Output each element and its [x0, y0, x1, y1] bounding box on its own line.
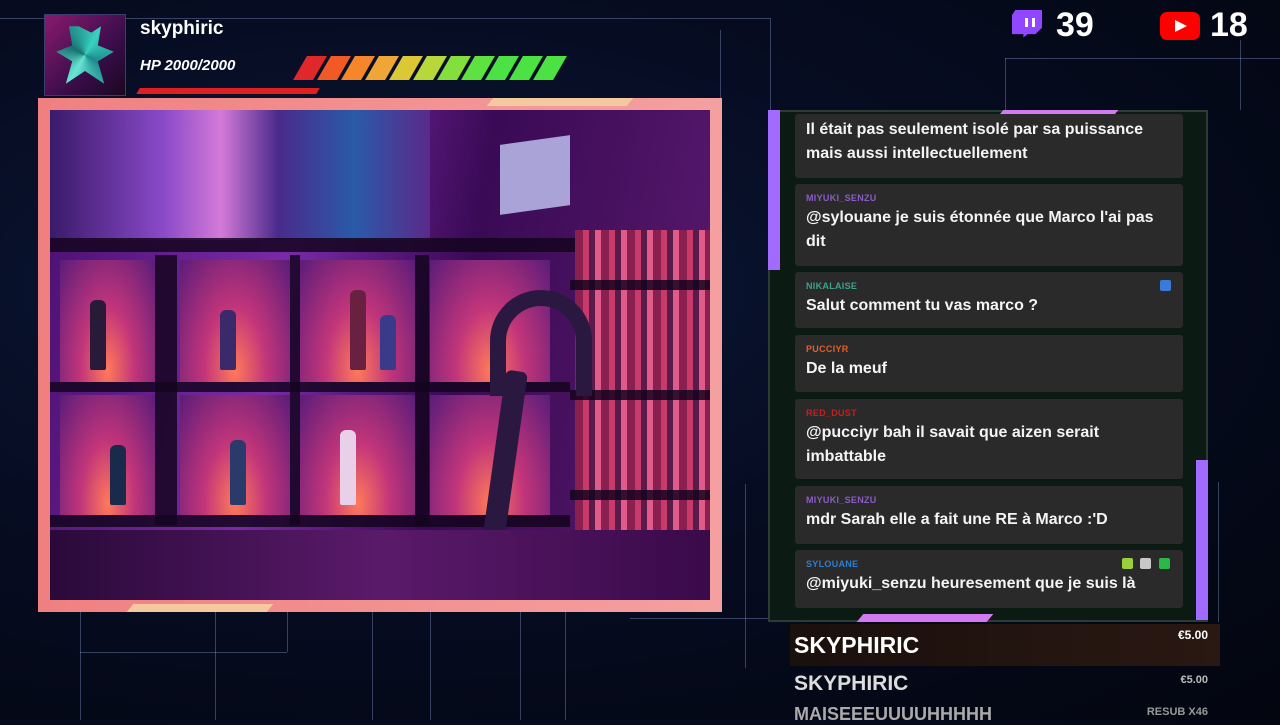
alert-amount: €5.00 [1180, 674, 1208, 686]
chat-message: MIYUKI_SENZU @sylouane je suis étonnée q… [795, 184, 1183, 266]
display-cell [300, 395, 415, 515]
chat-message: Il était pas seulement isolé par sa puis… [795, 114, 1183, 178]
avatar [44, 14, 126, 96]
grid-line [720, 30, 721, 100]
lower-shelf [50, 530, 710, 600]
figurine [340, 430, 356, 505]
alert-amount: RESUB X46 [1146, 706, 1208, 718]
grid-line [80, 652, 287, 653]
grid-line [80, 612, 81, 720]
chat-username[interactable]: SYLOUANE [806, 559, 858, 569]
chat-message-text: @pucciyr bah il savait que aizen serait … [806, 424, 1100, 465]
shelf-divider [155, 255, 177, 525]
display-cell [60, 260, 155, 382]
chat-accent [1196, 460, 1208, 620]
figurine [110, 445, 126, 505]
grid-line [1240, 40, 1241, 110]
alert-name: SKYPHIRIC [794, 632, 920, 658]
chat-message-text: mdr Sarah elle a fait une RE à Marco :'D [806, 511, 1108, 528]
shelf [570, 490, 710, 500]
chat-message-text: @miyuki_senzu heuresement que je suis là [806, 575, 1136, 592]
grid-line [745, 484, 746, 668]
grid-line [1005, 58, 1280, 59]
figurine [230, 440, 246, 505]
chat-username[interactable]: MIYUKI_SENZU [806, 193, 877, 203]
frame-accent [126, 604, 274, 612]
grid-line [372, 612, 373, 720]
grid-line [630, 618, 770, 619]
chat-username[interactable]: RED_DUST [806, 408, 857, 418]
chat-message: NIKALAISE Salut comment tu vas marco ? [795, 272, 1183, 328]
display-cell [60, 395, 155, 515]
chat-message-text: Il était pas seulement isolé par sa puis… [806, 121, 1144, 162]
streamer-name: skyphiric [140, 18, 224, 39]
alert-name: MAISEEEUUUUHHHHH [794, 704, 993, 724]
twitch-icon [1010, 8, 1046, 44]
chat-username[interactable]: PUCCIYR [806, 344, 849, 354]
chat-message: PUCCIYR De la meuf [795, 335, 1183, 392]
grid-line [1218, 482, 1219, 622]
youtube-viewer-count: 18 [1210, 6, 1248, 44]
figurine [220, 310, 236, 370]
posters [50, 110, 430, 240]
youtube-counter: 18 [1160, 6, 1248, 45]
chat-message-text: Salut comment tu vas marco ? [806, 297, 1039, 314]
frame-accent [486, 98, 634, 106]
grid-line [215, 612, 216, 720]
grid-line [430, 612, 431, 720]
figurine [350, 290, 366, 370]
chat-accent [856, 614, 994, 622]
verified-badge-icon [1160, 280, 1171, 291]
twitch-counter: 39 [1010, 6, 1094, 45]
avatar-figure [56, 26, 114, 84]
alerts-feed: SKYPHIRIC €5.00 SKYPHIRIC €5.00 MAISEEEU… [790, 624, 1220, 724]
chat-message: RED_DUST @pucciyr bah il savait que aize… [795, 399, 1183, 479]
grid-line [1005, 58, 1006, 110]
youtube-icon [1160, 11, 1200, 40]
twitch-viewer-count: 39 [1056, 6, 1094, 44]
shelf [570, 280, 710, 290]
chat-message-text: @sylouane je suis étonnée que Marco l'ai… [806, 209, 1154, 250]
alert-name: SKYPHIRIC [794, 672, 909, 695]
gift-badge-icon [1140, 558, 1151, 569]
chat-username[interactable]: MIYUKI_SENZU [806, 495, 877, 505]
hp-bar [293, 56, 567, 80]
figurine [380, 315, 396, 370]
shelf-divider [290, 255, 300, 525]
sub-badge-icon [1122, 558, 1133, 569]
webcam-feed [50, 110, 710, 600]
chat-message: SYLOUANE @miyuki_senzu heuresement que j… [795, 550, 1183, 608]
grid-line [770, 18, 771, 118]
chat-message-text: De la meuf [806, 360, 887, 377]
hp-bar-base [136, 88, 320, 94]
grid-line [565, 612, 566, 720]
chat-message: MIYUKI_SENZU mdr Sarah elle a fait une R… [795, 486, 1183, 544]
chat-accent [768, 110, 780, 270]
alert-item: SKYPHIRIC €5.00 [790, 624, 1220, 666]
chat-username[interactable]: NIKALAISE [806, 281, 857, 291]
hp-label: HP 2000/2000 [140, 57, 236, 74]
grid-line [520, 612, 521, 720]
figurine [90, 300, 106, 370]
shelf-divider [415, 255, 429, 525]
alert-amount: €5.00 [1177, 628, 1208, 642]
vip-badge-icon [1159, 558, 1170, 569]
whiteboard [500, 135, 570, 215]
grid-line [287, 612, 288, 652]
